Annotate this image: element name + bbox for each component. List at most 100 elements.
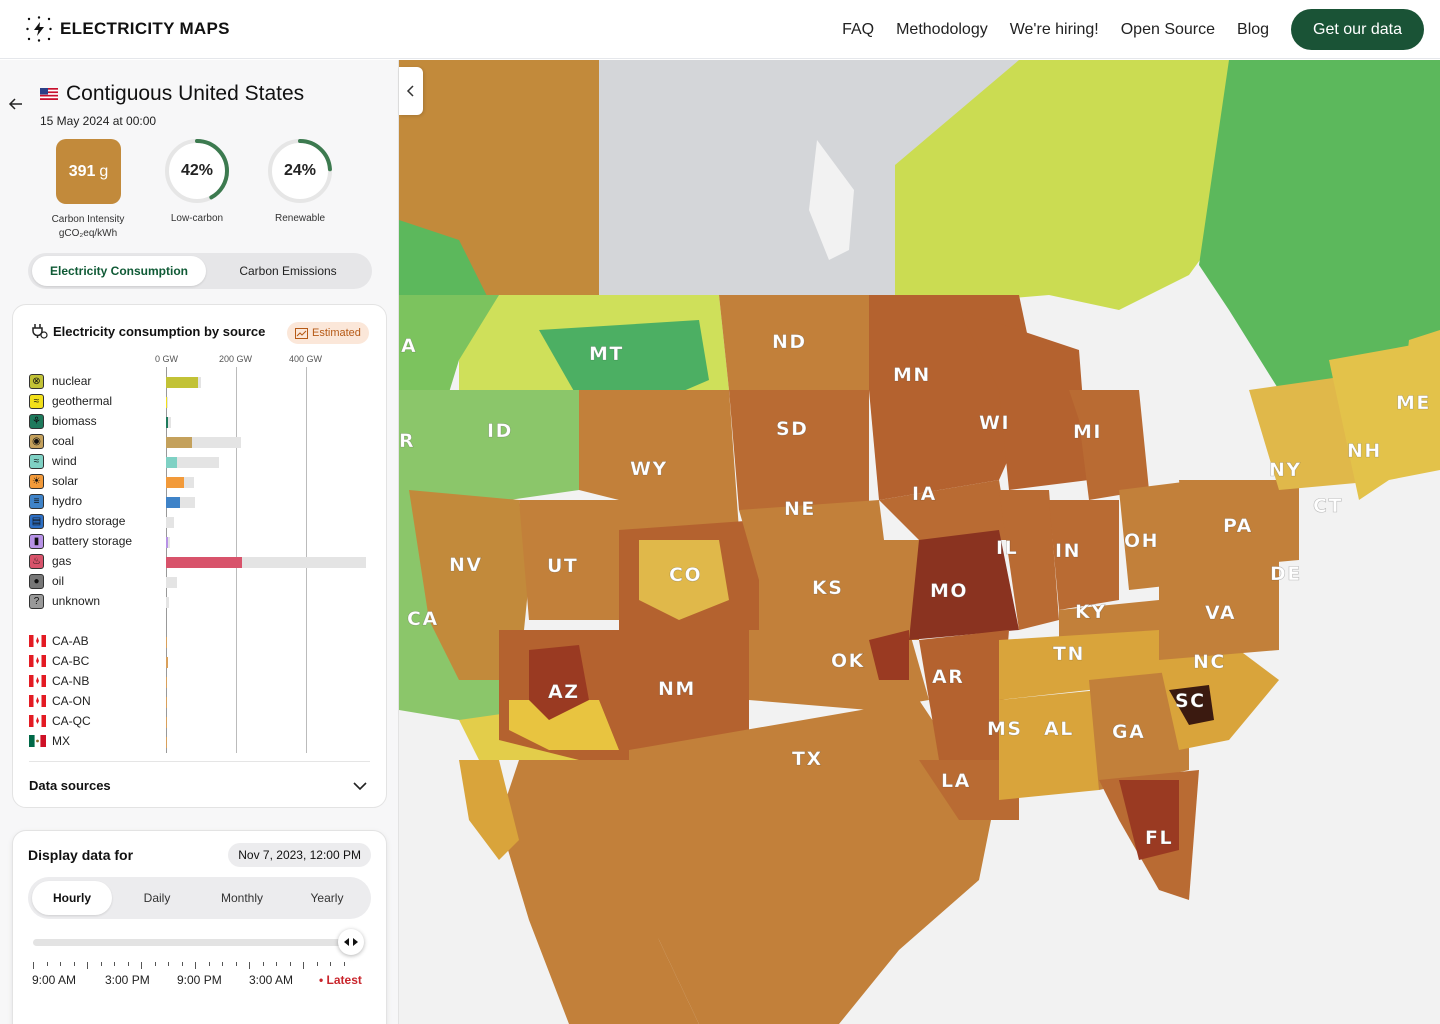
drag-arrows-icon	[344, 938, 358, 946]
estimated-badge[interactable]: Estimated	[287, 322, 369, 344]
state-label-mo: MO	[930, 580, 968, 602]
zone-mississippi-alabama[interactable]	[999, 690, 1099, 800]
time-tick	[181, 962, 183, 966]
selected-datetime[interactable]: Nov 7, 2023, 12:00 PM	[228, 843, 371, 867]
state-label-tn: TN	[1053, 643, 1085, 665]
exchange-label: CA-ON	[52, 694, 91, 708]
nav-hiring[interactable]: We're hiring!	[1010, 10, 1099, 50]
nav-methodology[interactable]: Methodology	[896, 10, 988, 50]
source-row-coal[interactable]: ◉ coal	[29, 432, 369, 450]
data-sources-toggle[interactable]: Data sources	[29, 778, 111, 793]
time-tick	[330, 962, 331, 966]
state-label-ct: CT	[1313, 495, 1343, 517]
canada-flag-icon	[29, 695, 46, 707]
latest-label[interactable]: • Latest	[319, 973, 362, 987]
time-tick	[195, 962, 196, 969]
state-label-il: IL	[996, 537, 1018, 559]
state-label-oh: OH	[1124, 530, 1159, 552]
back-arrow-icon[interactable]	[8, 96, 24, 112]
source-row-hydro-storage[interactable]: ▤ hydro storage	[29, 512, 369, 530]
collapse-sidebar-button[interactable]	[399, 67, 423, 115]
nav-faq[interactable]: FAQ	[842, 10, 874, 50]
option-yearly[interactable]: Yearly	[287, 881, 367, 915]
axis-label-400: 400 GW	[289, 354, 323, 364]
source-label: hydro	[52, 494, 83, 508]
mode-toggle: Electricity Consumption Carbon Emissions	[28, 253, 372, 289]
state-label-ny: NY	[1269, 459, 1302, 481]
time-slider-track[interactable]	[33, 939, 343, 946]
coal-icon: ◉	[29, 434, 44, 449]
exchange-row-ca-bc[interactable]: CA-BC	[29, 652, 369, 670]
time-controller-card: Display data for Nov 7, 2023, 12:00 PM H…	[12, 830, 387, 1024]
time-tick	[235, 962, 237, 966]
top-header: ELECTRICITY MAPS FAQ Methodology We're h…	[0, 0, 1440, 59]
option-hourly[interactable]: Hourly	[32, 881, 112, 915]
storage-icon: ▤	[29, 514, 44, 529]
source-row-gas[interactable]: ♨ gas	[29, 552, 369, 570]
time-slider-thumb[interactable]	[338, 929, 364, 955]
exchange-row-ca-nb[interactable]: CA-NB	[29, 672, 369, 690]
source-label: unknown	[52, 594, 101, 608]
zone-idaho[interactable]	[399, 390, 579, 500]
tick-label-1: 3:00 PM	[105, 973, 150, 987]
time-tick	[127, 962, 129, 966]
state-label-ms: MS	[987, 718, 1023, 740]
zone-canada-sk[interactable]	[599, 60, 895, 295]
source-row-battery-storage[interactable]: ▮ battery storage	[29, 532, 369, 550]
tab-electricity-consumption[interactable]: Electricity Consumption	[32, 256, 206, 286]
canada-flag-icon	[29, 715, 46, 727]
exchange-row-mx[interactable]: MX	[29, 732, 369, 750]
chevron-left-icon	[406, 85, 414, 97]
time-tick	[87, 962, 88, 969]
time-tick	[303, 962, 304, 969]
state-label-nh: NH	[1347, 440, 1382, 462]
plug-icon	[32, 324, 48, 339]
source-row-solar[interactable]: ☀ solar	[29, 472, 369, 490]
nav-open-source[interactable]: Open Source	[1121, 10, 1215, 50]
state-label-ky: KY	[1075, 601, 1106, 623]
source-row-oil[interactable]: ● oil	[29, 572, 369, 590]
exchange-row-ca-ab[interactable]: CA-AB	[29, 632, 369, 650]
source-label: wind	[52, 454, 77, 468]
source-row-hydro[interactable]: ≡ hydro	[29, 492, 369, 510]
time-tick	[208, 962, 210, 966]
zone-south-dakota[interactable]	[729, 390, 869, 510]
chevron-down-icon[interactable]	[352, 778, 368, 794]
state-label-sd: SD	[776, 418, 808, 440]
get-data-button[interactable]: Get our data	[1291, 9, 1424, 50]
tab-carbon-emissions[interactable]: Carbon Emissions	[208, 256, 368, 286]
exchange-label: CA-BC	[52, 654, 90, 668]
exchange-row-ca-qc[interactable]: CA-QC	[29, 712, 369, 730]
estimated-label: Estimated	[312, 327, 361, 339]
world-map[interactable]: MT ND MN WI MI ME NH NY CT PA ID SD WY IA NE OH IN IL NV UT…	[399, 60, 1440, 1024]
sun-icon: ☀	[29, 474, 44, 489]
nav-blog[interactable]: Blog	[1237, 10, 1269, 50]
state-label-ut: UT	[547, 555, 578, 577]
state-label-sc: SC	[1175, 690, 1206, 712]
map-canvas[interactable]: MT ND MN WI MI ME NH NY CT PA ID SD WY IA NE OH IN IL NV UT…	[399, 60, 1440, 1024]
exchange-row-ca-on[interactable]: CA-ON	[29, 692, 369, 710]
time-tick	[46, 962, 48, 966]
time-tick	[60, 962, 61, 966]
production-bar	[166, 477, 185, 488]
state-label-co: CO	[669, 564, 702, 586]
time-tick	[33, 962, 34, 969]
time-tick	[249, 962, 250, 969]
source-row-wind[interactable]: ≈ wind	[29, 452, 369, 470]
option-monthly[interactable]: Monthly	[202, 881, 282, 915]
source-row-biomass[interactable]: ⚘ biomass	[29, 412, 369, 430]
production-bar	[166, 437, 193, 448]
state-label-fl: FL	[1145, 827, 1173, 849]
state-label-ia: IA	[912, 483, 937, 505]
consumption-breakdown-card: Electricity consumption by source Estima…	[12, 304, 387, 808]
time-tick	[316, 962, 318, 966]
source-row-nuclear[interactable]: ⊗ nuclear	[29, 372, 369, 390]
option-daily[interactable]: Daily	[117, 881, 197, 915]
state-label-al: AL	[1044, 718, 1074, 740]
brand-logo[interactable]: ELECTRICITY MAPS	[26, 16, 230, 42]
source-row-unknown[interactable]: ? unknown	[29, 592, 369, 610]
production-bar	[166, 457, 178, 468]
source-row-geothermal[interactable]: ≈ geothermal	[29, 392, 369, 410]
state-label-ar: AR	[932, 666, 964, 688]
state-label-wi: WI	[979, 412, 1010, 434]
